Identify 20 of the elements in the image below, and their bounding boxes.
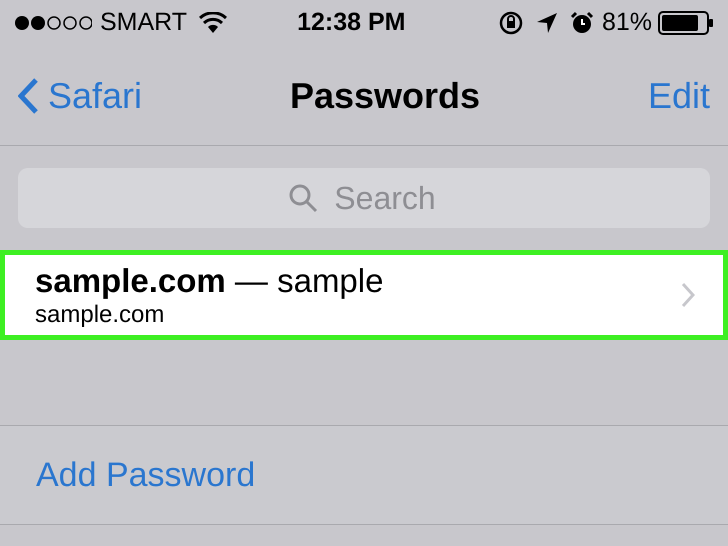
clock-time: 12:38 PM [297,7,406,38]
signal-icon [14,15,92,31]
location-arrow-icon [536,12,558,34]
edit-button[interactable]: Edit [648,68,710,122]
search-icon [288,183,318,213]
password-title: sample.com — sample [35,261,384,301]
alarm-clock-icon [570,11,594,35]
search-field[interactable]: Search [18,168,710,228]
page-title: Passwords [290,74,480,118]
add-password-button[interactable]: Add Password [36,450,256,500]
back-button[interactable]: Safari [18,68,142,122]
back-chevron-icon [18,78,38,114]
password-row[interactable]: sample.com — sample sample.com [0,250,728,340]
rotation-lock-icon [498,10,524,36]
wifi-icon [199,12,228,34]
carrier-name: SMART [100,7,188,38]
battery-icon [658,11,714,35]
chevron-icon [681,282,695,308]
password-url: sample.com [35,301,166,329]
battery-percentage: 81% [602,7,652,38]
